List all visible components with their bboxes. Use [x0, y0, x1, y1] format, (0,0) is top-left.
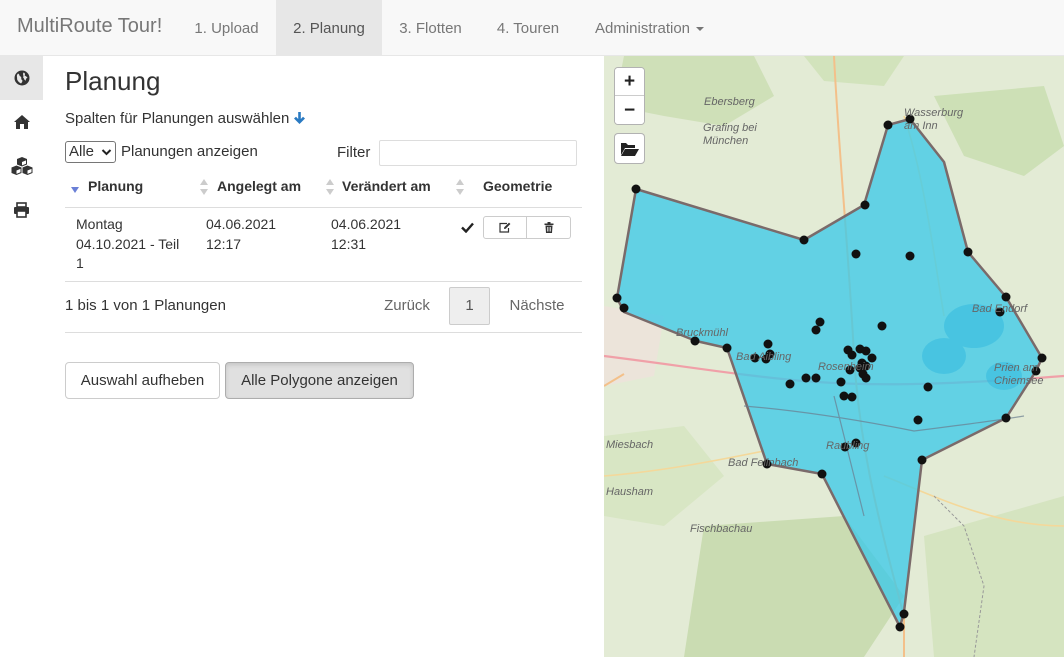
zoom-control: + − [614, 67, 645, 125]
arrow-down-icon [294, 112, 306, 124]
map-label-wasserburg: Wasserburg am Inn [904, 107, 964, 132]
column-header-angelegt[interactable]: Angelegt am [217, 178, 301, 194]
chevron-down-icon [101, 149, 112, 156]
caret-down-icon [696, 27, 705, 32]
sort-both-icon[interactable] [325, 178, 335, 196]
map-view[interactable]: Ebersberg Wasserburg am Inn Grafing bei … [604, 56, 1064, 657]
app-brand[interactable]: MultiRoute Tour! [17, 15, 162, 38]
nav-upload[interactable]: 1. Upload [177, 0, 276, 55]
map-label-bad-aibling: Bad Aibling [736, 351, 792, 363]
zoom-out-button[interactable]: − [615, 97, 644, 124]
row-action-buttons [483, 216, 571, 239]
edit-icon [499, 222, 511, 233]
table-info: 1 bis 1 von 1 Planungen [65, 297, 226, 314]
page-length-value: Alle [69, 143, 95, 160]
folder-open-icon [620, 142, 639, 156]
map-label-bruckmuehl: Bruckmühl [676, 327, 728, 339]
nav-touren[interactable]: 4. Touren [479, 0, 577, 55]
table-row-divider [65, 281, 582, 282]
map-label-hausham: Hausham [606, 486, 654, 498]
column-chooser-link[interactable]: Spalten für Planungen auswählen [65, 110, 306, 127]
home-icon [13, 115, 30, 129]
map-label-grafing: Grafing bei München [703, 122, 757, 147]
table-header-divider [65, 207, 582, 208]
sort-both-icon[interactable] [455, 178, 465, 196]
left-sidebar [0, 56, 43, 657]
column-chooser-label: Spalten für Planungen auswählen [65, 110, 290, 127]
map-label-bad-endorf: Bad Endorf [972, 303, 1028, 315]
map-label-rosenheim: Rosenheim [818, 361, 874, 373]
check-icon [461, 222, 474, 233]
deselect-button[interactable]: Auswahl aufheben [65, 362, 220, 399]
globe-icon [14, 70, 29, 86]
pagination-prev[interactable]: Zurück [372, 287, 442, 325]
map-label-fischbachau: Fischbachau [690, 523, 753, 535]
nav-administration-dropdown[interactable]: Administration [577, 0, 722, 55]
page-length-label: Planungen anzeigen [121, 143, 258, 160]
top-navbar: MultiRoute Tour! 1. Upload 2. Planung 3.… [0, 0, 1064, 56]
map-label-miesbach: Miesbach [606, 439, 654, 451]
pagination-current-page[interactable]: 1 [449, 287, 490, 325]
sort-desc-icon[interactable] [70, 183, 80, 197]
nav-planung[interactable]: 2. Planung [276, 0, 382, 55]
column-header-geometrie[interactable]: Geometrie [483, 178, 552, 194]
map-label-raubling: Raubling [826, 440, 870, 452]
pagination-divider [65, 332, 582, 333]
pagination-next[interactable]: Nächste [497, 287, 577, 325]
sidebar-item-map[interactable] [0, 56, 43, 100]
cubes-icon [11, 157, 32, 175]
column-header-veraendert[interactable]: Verändert am [342, 178, 431, 194]
sidebar-item-fleets[interactable] [0, 144, 43, 188]
nav-administration-label: Administration [594, 20, 691, 37]
page-length-select[interactable]: Alle [65, 141, 116, 163]
map-label-bad-feilnbach: Bad Feilnbach [728, 457, 799, 469]
nav-flotten[interactable]: 3. Flotten [382, 0, 479, 55]
filter-input[interactable] [379, 140, 577, 166]
cell-planung: Montag 04.10.2021 - Teil 1 [76, 216, 180, 271]
edit-button[interactable] [483, 216, 527, 239]
zoom-in-button[interactable]: + [615, 68, 644, 96]
sort-both-icon[interactable] [199, 178, 209, 196]
map-canvas[interactable] [604, 56, 1064, 657]
trash-icon [544, 222, 553, 233]
sidebar-item-print[interactable] [0, 188, 43, 232]
cell-veraendert: 04.06.2021 12:31 [331, 216, 402, 252]
print-icon [14, 202, 29, 218]
map-label-prien: Prien am Chiemsee [994, 362, 1044, 387]
show-all-polygons-button[interactable]: Alle Polygone anzeigen [225, 362, 414, 399]
map-label-ebersberg: Ebersberg [704, 96, 755, 108]
column-header-planung[interactable]: Planung [88, 178, 143, 194]
sidebar-item-home[interactable] [0, 100, 43, 144]
filter-label: Filter [337, 144, 371, 161]
cell-angelegt: 04.06.2021 12:17 [206, 216, 277, 252]
page-title: Planung [65, 66, 161, 96]
open-file-button[interactable] [614, 133, 645, 164]
delete-button[interactable] [527, 216, 571, 239]
